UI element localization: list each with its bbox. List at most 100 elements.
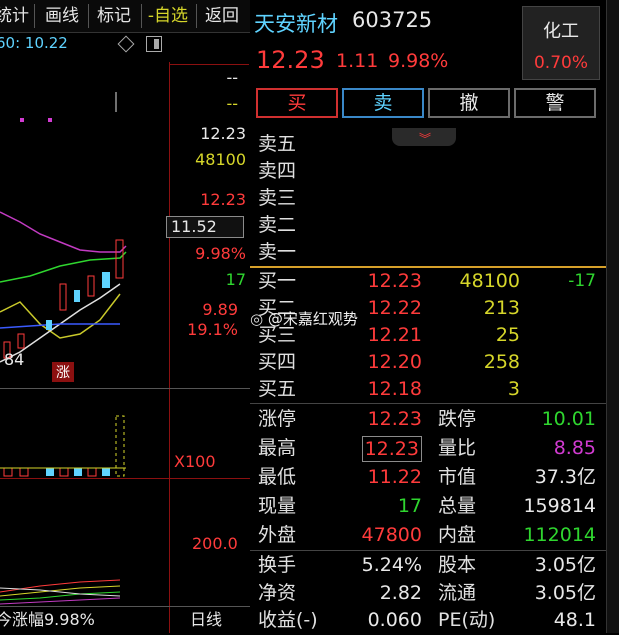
ask-row-3[interactable]: 卖三: [250, 184, 606, 212]
ask-row-5[interactable]: 卖五: [250, 130, 606, 158]
bid-price: 12.20: [367, 351, 422, 373]
stat-label: 换手: [258, 554, 297, 576]
indicator-line: [0, 587, 121, 597]
stat-value: 5.24%: [361, 554, 422, 576]
stat-value: 47800: [361, 524, 422, 546]
stat-label: 总量: [438, 495, 477, 517]
ask-label: 卖一: [258, 241, 297, 263]
toolbar-stats-button[interactable]: 统计: [0, 2, 30, 30]
stats-row-outer: 外盘 47800 内盘 112014: [250, 521, 606, 550]
stats-row-net-assets: 净资 2.82 流通 3.05亿: [250, 579, 606, 608]
volume-bar: [115, 415, 125, 477]
toolbar-separator: [88, 4, 89, 28]
marker-dot: [20, 118, 24, 122]
axis-price-low: 9.89: [202, 300, 238, 319]
grid-line: [0, 478, 250, 479]
bottom-status-text: 今涨幅9.98%: [0, 610, 95, 629]
toolbar-separator: [196, 4, 197, 28]
grid-line: [169, 64, 249, 65]
stat-label: 股本: [438, 554, 477, 576]
window-toggle-icon[interactable]: [146, 36, 162, 52]
candle-up: [115, 239, 124, 279]
bid-change: -17: [568, 271, 596, 291]
weibo-icon: ◎: [250, 310, 264, 328]
stat-label: 市值: [438, 466, 477, 488]
volume-bar: [46, 468, 54, 476]
chart-toolbar: 统计 画线 标记 -自选 返回: [0, 0, 250, 33]
stat-value: 12.23: [361, 436, 422, 462]
stat-label: 跌停: [438, 408, 477, 430]
stat-value: 8.85: [553, 437, 596, 459]
diamond-icon[interactable]: [117, 35, 135, 53]
bid-volume: 48100: [459, 270, 520, 292]
bid-row-4[interactable]: 买四 12.20 258: [250, 348, 606, 376]
toolbar-mark-button[interactable]: 标记: [92, 2, 136, 30]
alert-button[interactable]: 警: [514, 88, 596, 118]
volume-bar: [74, 468, 82, 476]
quote-panel: 天安新材 603725 12.23 1.11 9.98% 化工 0.70% 买 …: [250, 0, 606, 633]
indicator-value: 200.0: [192, 534, 238, 553]
candle-down: [74, 290, 80, 302]
stat-value: 11.22: [367, 466, 422, 488]
bid-row-5[interactable]: 买五 12.18 3: [250, 375, 606, 403]
axis-limit-up: 12.23: [200, 190, 246, 209]
ask-row-2[interactable]: 卖二: [250, 211, 606, 239]
bid-label: 买四: [258, 351, 297, 373]
stats-row-turnover: 换手 5.24% 股本 3.05亿: [250, 551, 606, 580]
cancel-order-button[interactable]: 撤: [428, 88, 510, 118]
volume-bar: [59, 467, 69, 477]
axis-small-value: 17: [225, 270, 246, 289]
axis-volume-top: 48100: [195, 150, 246, 169]
right-edge-strip: [606, 0, 619, 633]
ask-row-4[interactable]: 卖四: [250, 157, 606, 185]
limit-up-badge: 涨: [52, 362, 74, 382]
period-selector[interactable]: 日线: [190, 606, 222, 630]
stat-label: 内盘: [438, 524, 477, 546]
bid-volume: 213: [483, 297, 520, 319]
ma60-label: 60: 10.22: [0, 34, 68, 52]
bid-row-1[interactable]: 买一 12.23 48100 -17: [250, 267, 606, 295]
toolbar-watchlist-button[interactable]: -自选: [144, 2, 192, 30]
current-price-value: 11.52: [171, 217, 217, 236]
sector-box[interactable]: 化工 0.70%: [522, 6, 600, 80]
stat-value: 3.05亿: [534, 554, 596, 576]
ma-line-blue: [0, 323, 120, 329]
stat-label: 最低: [258, 466, 297, 488]
buy-button[interactable]: 买: [256, 88, 338, 118]
axis-dash-top: --: [226, 68, 238, 87]
price-change: 1.11: [336, 50, 379, 72]
candle-down: [46, 320, 52, 330]
stat-value: 159814: [523, 495, 596, 517]
stats-row-low: 最低 11.22 市值 37.3亿: [250, 463, 606, 492]
stat-value: 10.01: [541, 408, 596, 430]
toolbar-separator: [34, 4, 35, 28]
axis-price-high: 12.23: [200, 124, 246, 143]
section-divider: [250, 403, 606, 404]
stat-label: 量比: [438, 437, 477, 459]
volume-bars: [0, 415, 126, 477]
bid-price: 12.23: [367, 270, 422, 292]
toolbar-back-button[interactable]: 返回: [200, 2, 244, 30]
stat-label: 净资: [258, 582, 297, 604]
stats-row-limit: 涨停 12.23 跌停 10.01: [250, 405, 606, 434]
toolbar-draw-line-button[interactable]: 画线: [40, 2, 84, 30]
candle-up: [17, 333, 25, 349]
bid-price: 12.18: [367, 378, 422, 400]
low-price-label: 84: [4, 350, 25, 369]
limit-up-badge-text: 涨: [56, 365, 70, 381]
sell-button[interactable]: 卖: [342, 88, 424, 118]
stat-label: 涨停: [258, 408, 297, 430]
volume-bar: [87, 467, 97, 477]
stat-label: 现量: [258, 495, 297, 517]
last-price: 12.23: [256, 46, 325, 74]
bid-label: 买一: [258, 270, 297, 292]
candle-up: [87, 275, 95, 297]
kline-chart-area[interactable]: 60: 10.22 -- -- 12.23 48100 12.23 11.52 …: [0, 32, 250, 633]
stat-value: 2.82: [379, 582, 422, 604]
ask-row-1[interactable]: 卖一: [250, 238, 606, 266]
volume-bar: [102, 468, 110, 476]
axis-pct-low: 19.1%: [187, 320, 238, 339]
marker-dot: [48, 118, 52, 122]
stat-label: 收益(-): [258, 609, 318, 631]
bid-volume: 258: [483, 351, 520, 373]
